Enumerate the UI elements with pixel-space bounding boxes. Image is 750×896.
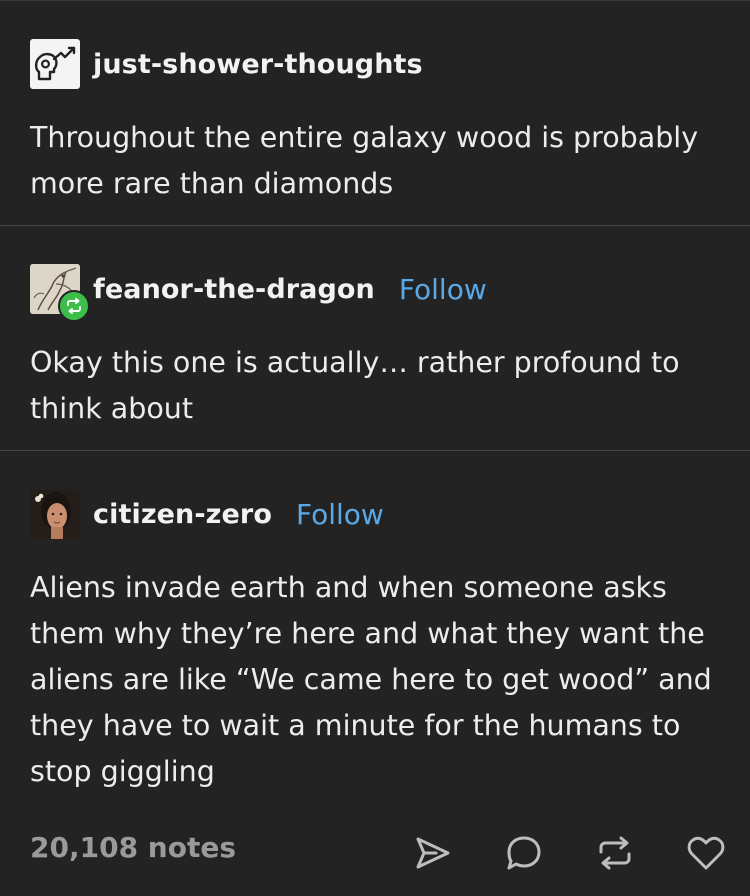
post-block-original: just-shower-thoughts Throughout the enti… [0, 1, 750, 226]
post-header: citizen-zero Follow [30, 489, 384, 539]
avatar[interactable] [30, 39, 80, 89]
share-icon[interactable] [411, 831, 455, 875]
reblog-icon[interactable] [593, 831, 637, 875]
post-block-reblog-1: feanor-the-dragon Follow Okay this one i… [0, 226, 750, 451]
avatar[interactable] [30, 489, 80, 539]
post-header: feanor-the-dragon Follow [30, 264, 487, 322]
follow-button[interactable]: Follow [399, 273, 487, 306]
username[interactable]: just-shower-thoughts [93, 49, 423, 80]
lightbulb-head-chart-icon [34, 46, 76, 81]
reblog-badge-icon [58, 290, 90, 322]
person-photo-avatar [30, 489, 80, 539]
notes-count[interactable]: 20,108 notes [30, 831, 236, 864]
like-icon[interactable] [684, 831, 728, 875]
username[interactable]: feanor-the-dragon [93, 274, 375, 305]
post-text: Aliens invade earth and when someone ask… [30, 571, 712, 788]
post-block-reblog-2: citizen-zero Follow Aliens invade earth … [0, 451, 750, 811]
username[interactable]: citizen-zero [93, 499, 272, 530]
avatar[interactable] [30, 264, 90, 322]
reply-icon[interactable] [502, 831, 546, 875]
post-text: Okay this one is actually… rather profou… [30, 346, 680, 425]
post-footer: 20,108 notes [0, 819, 750, 883]
tumblr-post: just-shower-thoughts Throughout the enti… [0, 0, 750, 896]
post-actions [364, 831, 728, 875]
follow-button[interactable]: Follow [296, 498, 384, 531]
post-header: just-shower-thoughts [30, 39, 423, 89]
post-text: Throughout the entire galaxy wood is pro… [30, 121, 699, 200]
